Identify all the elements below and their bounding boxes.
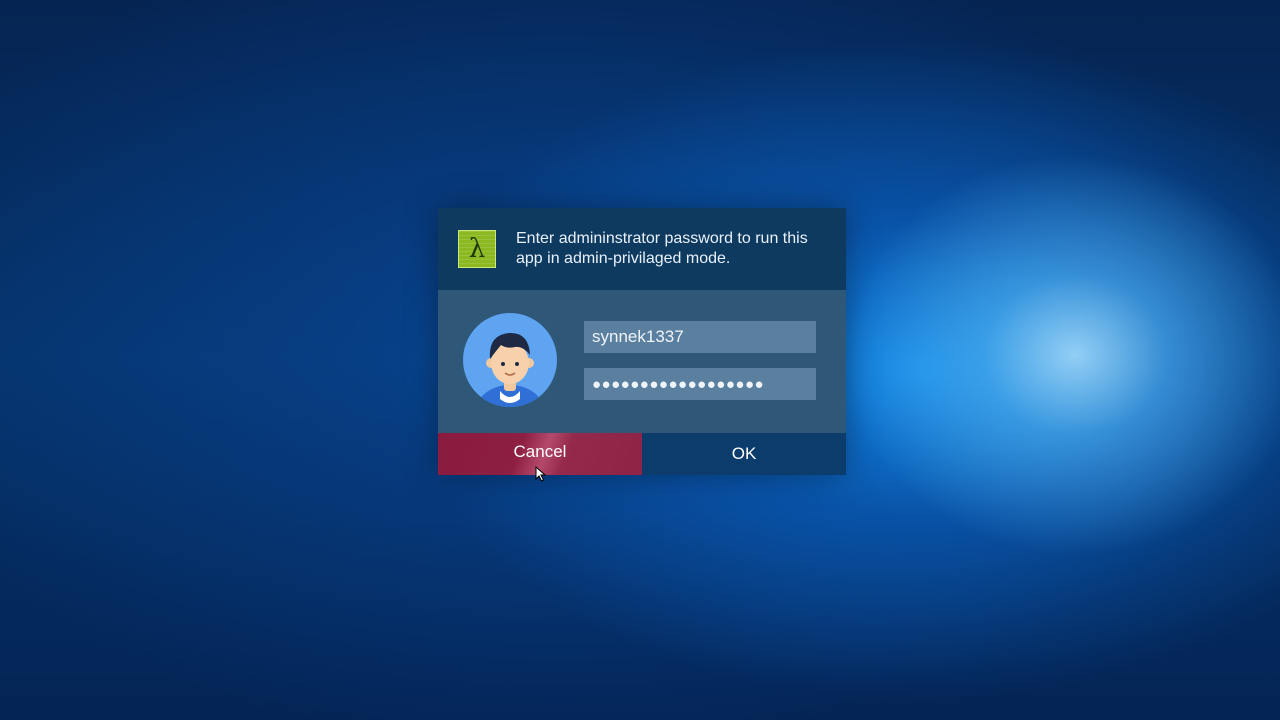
ok-button[interactable]: OK xyxy=(642,433,846,475)
password-field[interactable] xyxy=(584,368,816,400)
dialog-message: Enter admininstrator password to run thi… xyxy=(516,230,808,267)
dialog-body xyxy=(438,290,846,433)
user-avatar-icon xyxy=(463,313,557,407)
dialog-header: λ Enter admininstrator password to run t… xyxy=(438,208,846,290)
lambda-glyph: λ xyxy=(468,234,486,264)
lambda-app-icon: λ xyxy=(458,230,496,268)
mouse-cursor-icon xyxy=(535,466,547,482)
username-field[interactable] xyxy=(584,321,816,353)
admin-password-dialog: λ Enter admininstrator password to run t… xyxy=(438,208,846,475)
avatar-illustration xyxy=(476,332,544,407)
